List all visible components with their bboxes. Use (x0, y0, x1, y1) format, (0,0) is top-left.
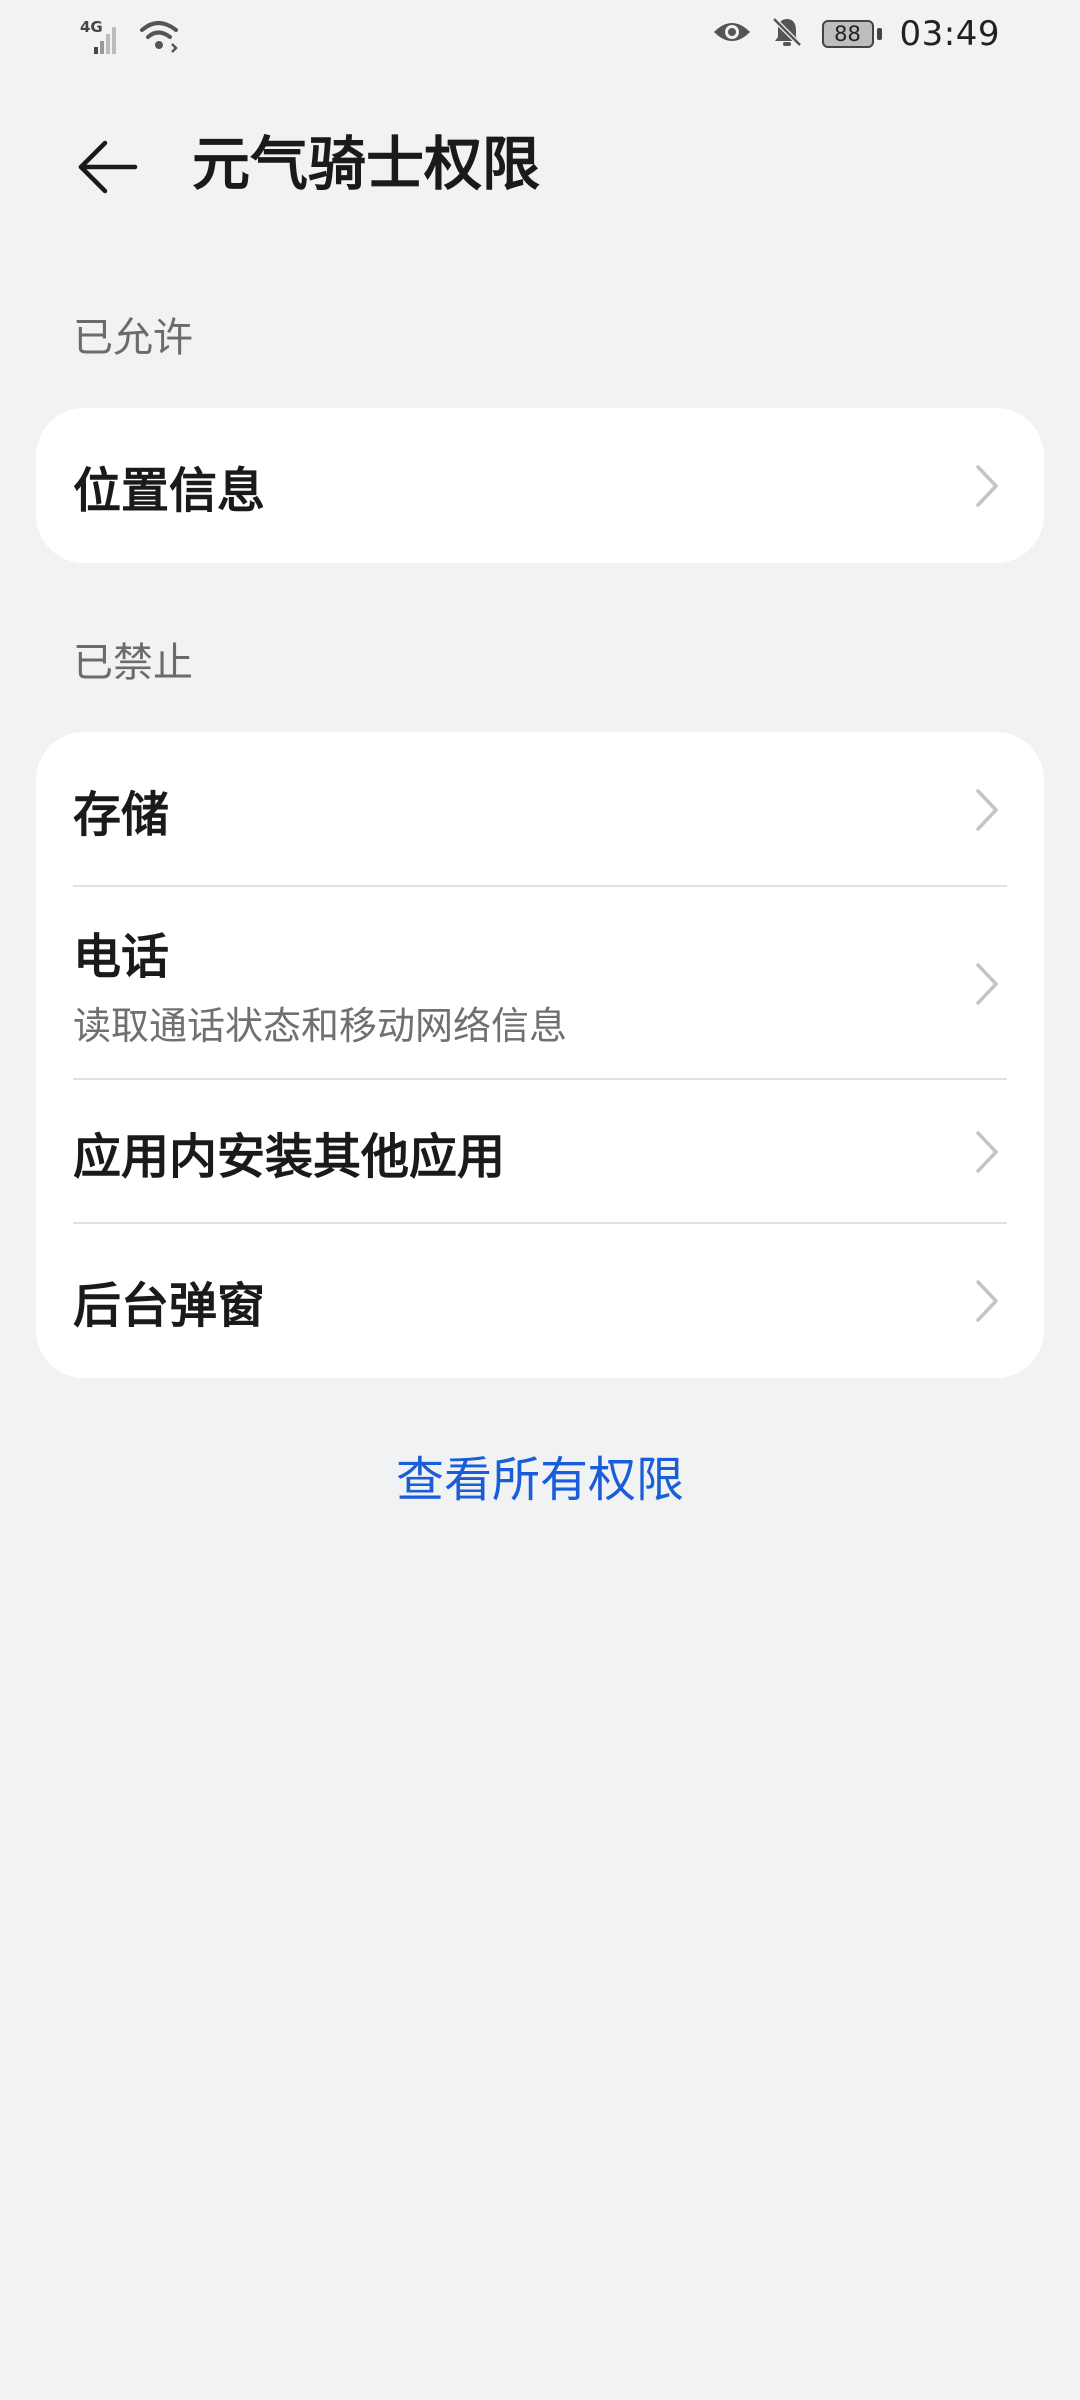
denied-card: 存储 电话 读取通话状态和移动网络信息 应用内安装其他应用 后台弹窗 (36, 732, 1044, 1378)
chevron-right-icon (967, 780, 1007, 840)
app-header: 元气骑士权限 (0, 100, 1080, 220)
chevron-right-icon (967, 1122, 1007, 1182)
chevron-right-icon (967, 456, 1007, 516)
back-arrow-icon (78, 140, 138, 194)
battery-icon: 88 (821, 20, 882, 48)
wifi-icon (138, 18, 182, 58)
status-bar: 4G 88 03:49 (0, 0, 1080, 72)
row-label: 位置信息 (73, 462, 266, 519)
row-text: 应用内安装其他应用 (73, 1117, 967, 1187)
back-button[interactable] (62, 122, 152, 212)
status-left: 4G (80, 18, 182, 58)
status-right: 88 03:49 (712, 14, 1000, 54)
battery-cap (876, 28, 882, 40)
permission-row-storage[interactable]: 存储 (36, 732, 1044, 887)
page-title: 元气骑士权限 (192, 130, 541, 198)
row-text: 后台弹窗 (73, 1266, 967, 1336)
chevron-right-icon (967, 1271, 1007, 1331)
permission-row-install-apps[interactable]: 应用内安装其他应用 (36, 1080, 1044, 1224)
signal-icon: 4G (80, 18, 124, 56)
row-label: 存储 (73, 786, 170, 843)
eye-icon (712, 18, 752, 50)
row-text: 存储 (73, 775, 967, 845)
row-text: 位置信息 (73, 451, 967, 521)
battery-level: 88 (821, 20, 874, 48)
section-denied-title: 已禁止 (73, 640, 193, 686)
allowed-card: 位置信息 (36, 408, 1044, 563)
section-allowed-title: 已允许 (73, 315, 193, 361)
row-label: 后台弹窗 (73, 1278, 266, 1334)
row-label: 应用内安装其他应用 (73, 1129, 506, 1185)
permission-row-phone[interactable]: 电话 读取通话状态和移动网络信息 (36, 887, 1044, 1080)
status-time: 03:49 (899, 14, 1000, 54)
row-label: 电话 (73, 929, 170, 985)
chevron-right-icon (967, 954, 1007, 1014)
permission-row-location[interactable]: 位置信息 (36, 408, 1044, 563)
row-text: 电话 读取通话状态和移动网络信息 (73, 917, 967, 1050)
view-all-permissions-link[interactable]: 查看所有权限 (0, 1440, 1080, 1510)
bell-muted-icon (770, 15, 804, 53)
row-subtitle: 读取通话状态和移动网络信息 (73, 1004, 568, 1048)
permission-row-background-popup[interactable]: 后台弹窗 (36, 1224, 1044, 1378)
